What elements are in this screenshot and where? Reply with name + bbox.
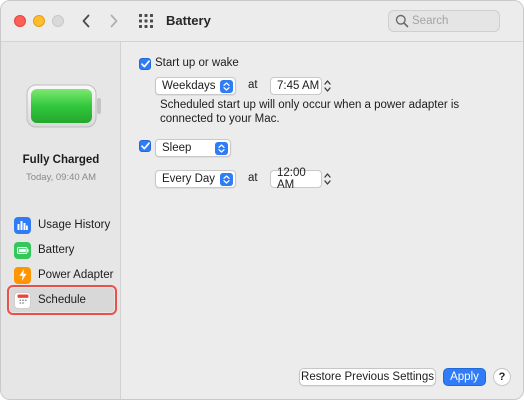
startup-note: Scheduled start up will only occur when … (160, 99, 460, 125)
schedule-panel: Start up or wake Weekdays at 7:45 AM Sch… (122, 42, 523, 399)
sidebar-item-label: Power Adapter (38, 269, 114, 281)
search-input[interactable] (412, 13, 496, 29)
sidebar: Fully Charged Today, 09:40 AM Usage Hist… (1, 42, 121, 399)
battery-preferences-window: Battery Fully Charged Today, 09: (0, 0, 524, 400)
startup-label: Start up or wake (155, 57, 239, 69)
minimize-window-button[interactable] (33, 15, 45, 27)
startup-time-field[interactable]: 7:45 AM (270, 77, 322, 95)
battery-status: Fully Charged (22, 154, 100, 166)
search-field[interactable] (388, 10, 500, 32)
stepper-arrows-icon (324, 173, 331, 185)
startup-days-popup[interactable]: Weekdays (155, 77, 236, 95)
zoom-window-button[interactable] (52, 15, 64, 27)
sleep-days-popup[interactable]: Every Day (155, 170, 236, 188)
startup-checkbox[interactable] (139, 58, 151, 70)
battery-icon (14, 241, 31, 259)
popup-arrows-icon (220, 172, 233, 186)
grid-icon (139, 14, 153, 28)
sleep-time-value: 12:00 AM (277, 167, 306, 191)
sleep-action-value: Sleep (162, 142, 192, 154)
toolbar: Battery (1, 1, 523, 42)
back-button[interactable] (77, 12, 95, 30)
window-title: Battery (166, 13, 211, 28)
sidebar-item-label: Battery (38, 244, 75, 256)
startup-days-value: Weekdays (162, 80, 216, 92)
calendar-icon (14, 291, 31, 309)
close-window-button[interactable] (14, 15, 26, 27)
popup-arrows-icon (220, 79, 233, 93)
checkmark-icon (140, 60, 150, 68)
sidebar-item-battery[interactable]: Battery (10, 238, 114, 262)
startup-time-value: 7:45 AM (277, 80, 320, 92)
show-all-button[interactable] (138, 13, 154, 29)
startup-at-label: at (248, 79, 258, 91)
sleep-time-field[interactable]: 12:00 AM (270, 167, 322, 191)
startup-time-stepper[interactable] (323, 77, 332, 95)
apply-button[interactable]: Apply (443, 368, 486, 386)
sleep-days-value: Every Day (162, 173, 216, 185)
sleep-action-popup[interactable]: Sleep (155, 139, 231, 157)
bar-chart-icon (14, 216, 31, 234)
help-button[interactable]: ? (493, 368, 511, 386)
stepper-arrows-icon (324, 80, 331, 92)
restore-previous-settings-button[interactable]: Restore Previous Settings (299, 368, 436, 386)
battery-level-icon (26, 84, 101, 128)
sleep-time-stepper[interactable] (323, 170, 332, 188)
lightning-icon (14, 266, 31, 284)
sidebar-item-power-adapter[interactable]: Power Adapter (10, 263, 114, 287)
sleep-at-label: at (248, 172, 258, 184)
chevron-right-icon (110, 14, 118, 28)
search-icon (395, 14, 409, 28)
sidebar-item-label: Usage History (38, 219, 111, 231)
battery-status-time: Today, 09:40 AM (25, 172, 97, 183)
sidebar-item-schedule[interactable]: Schedule (7, 285, 117, 315)
sidebar-item-usage-history[interactable]: Usage History (10, 213, 114, 237)
checkmark-icon (140, 142, 150, 150)
sleep-checkbox[interactable] (139, 140, 151, 152)
forward-button[interactable] (105, 12, 123, 30)
sidebar-item-label: Schedule (38, 294, 86, 306)
chevron-left-icon (82, 14, 90, 28)
popup-arrows-icon (215, 141, 228, 155)
